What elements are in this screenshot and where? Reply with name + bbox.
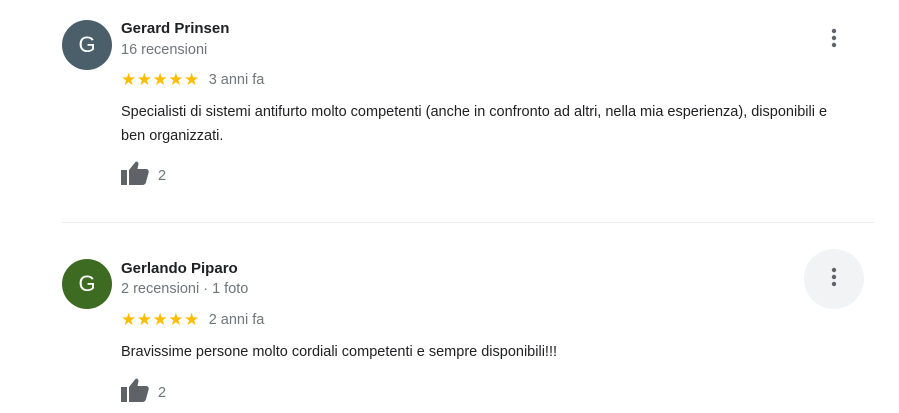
more-vert-icon [831, 28, 837, 53]
star-rating: ★★★★★ [121, 70, 200, 89]
avatar-letter: G [78, 271, 96, 296]
reviewer-meta[interactable]: 2 recensioni · 1 foto [121, 281, 248, 297]
rating-row: ★★★★★ 3 anni fa [121, 71, 264, 88]
like-button[interactable]: 2 [120, 377, 166, 408]
more-options-button[interactable] [804, 10, 864, 70]
rating-row: ★★★★★ 2 anni fa [121, 311, 264, 328]
review-text: Bravissime persone molto cordiali compet… [121, 344, 557, 360]
avatar[interactable]: G [62, 259, 112, 309]
like-count: 2 [158, 167, 167, 184]
avatar[interactable]: G [62, 20, 112, 70]
review-card: G Gerlando Piparo 2 recensioni · 1 foto … [0, 223, 899, 413]
review-date: 3 anni fa [208, 71, 265, 88]
reviewer-name[interactable]: Gerlando Piparo [121, 260, 238, 277]
more-vert-icon [831, 267, 837, 292]
reviewer-meta[interactable]: 16 recensioni [121, 42, 207, 58]
thumbs-up-icon [120, 377, 150, 408]
star-rating: ★★★★★ [121, 310, 200, 329]
review-card: G Gerard Prinsen 16 recensioni ★★★★★ 3 a… [0, 0, 899, 222]
avatar-letter: G [78, 32, 96, 57]
reviewer-name[interactable]: Gerard Prinsen [121, 20, 229, 37]
like-count: 2 [158, 384, 167, 401]
thumbs-up-icon [120, 160, 150, 191]
review-date: 2 anni fa [208, 311, 265, 328]
more-options-button[interactable] [804, 249, 864, 309]
review-text: Specialisti di sistemi antifurto molto c… [121, 104, 828, 144]
like-button[interactable]: 2 [120, 160, 166, 191]
